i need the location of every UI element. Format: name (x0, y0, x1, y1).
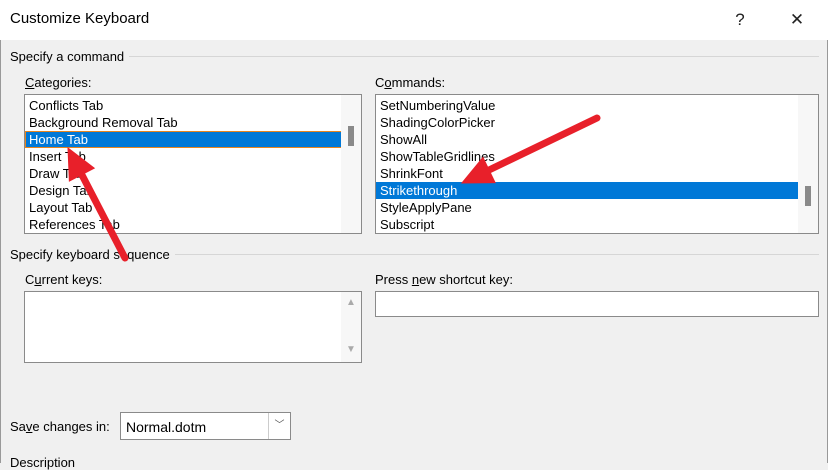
new-shortcut-label: Press new shortcut key: (375, 272, 514, 287)
save-changes-label: Save changes in: (10, 419, 110, 434)
command-item[interactable]: SetNumberingValue (376, 97, 818, 114)
category-item[interactable]: Home Tab (25, 131, 361, 148)
specify-command-heading: Specify a command (10, 49, 125, 64)
command-item[interactable]: ShadingColorPicker (376, 114, 818, 131)
current-keys-list[interactable]: ▲ ▼ (24, 291, 362, 363)
category-item[interactable]: References Tab (25, 216, 361, 233)
commands-label: Commands: (375, 75, 446, 90)
scroll-up-icon[interactable]: ▲ (346, 297, 356, 308)
categories-list[interactable]: Conflicts Tab Background Removal Tab Home … (24, 94, 362, 234)
categories-scrollbar[interactable] (341, 95, 361, 233)
commands-list[interactable]: SetNumberingValue ShadingColorPicker ShowA… (375, 94, 819, 234)
save-changes-value: Normal.dotm (126, 419, 207, 435)
new-shortcut-input[interactable] (375, 291, 819, 317)
category-item[interactable]: Insert Tab (25, 148, 361, 165)
category-item[interactable]: Layout Tab (25, 199, 361, 216)
command-item[interactable]: Strikethrough (376, 182, 818, 199)
save-changes-dropdown[interactable]: Normal.dotm ﹀ (120, 412, 291, 440)
keyboard-sequence-heading: Specify keyboard sequence (10, 247, 170, 262)
current-keys-label: Current keys: (25, 272, 103, 287)
scroll-down-icon[interactable]: ▼ (346, 344, 356, 355)
command-item[interactable]: Subscript (376, 216, 818, 233)
command-item[interactable]: ShowAll (376, 131, 818, 148)
categories-label: Categories: (25, 75, 92, 90)
category-item[interactable]: Design Tab (25, 182, 361, 199)
category-item[interactable]: Background Removal Tab (25, 114, 361, 131)
command-item[interactable]: StyleApplyPane (376, 199, 818, 216)
current-keys-scrollbar[interactable]: ▲ ▼ (341, 292, 361, 362)
chevron-down-icon[interactable]: ﹀ (268, 413, 290, 439)
dialog-title: Customize Keyboard (10, 10, 150, 27)
title-bar: Customize Keyboard ? ✕ (0, 0, 828, 40)
commands-scrollbar[interactable] (798, 95, 818, 233)
category-item[interactable]: Draw Tab (25, 165, 361, 182)
command-item[interactable]: ShrinkFont (376, 165, 818, 182)
category-item[interactable]: Conflicts Tab (25, 97, 361, 114)
command-item[interactable]: ShowTableGridlines (376, 148, 818, 165)
dialog-body: Specify a command Categories: Conflicts … (0, 40, 828, 470)
help-button[interactable]: ? (725, 6, 755, 34)
close-button[interactable]: ✕ (782, 6, 812, 34)
